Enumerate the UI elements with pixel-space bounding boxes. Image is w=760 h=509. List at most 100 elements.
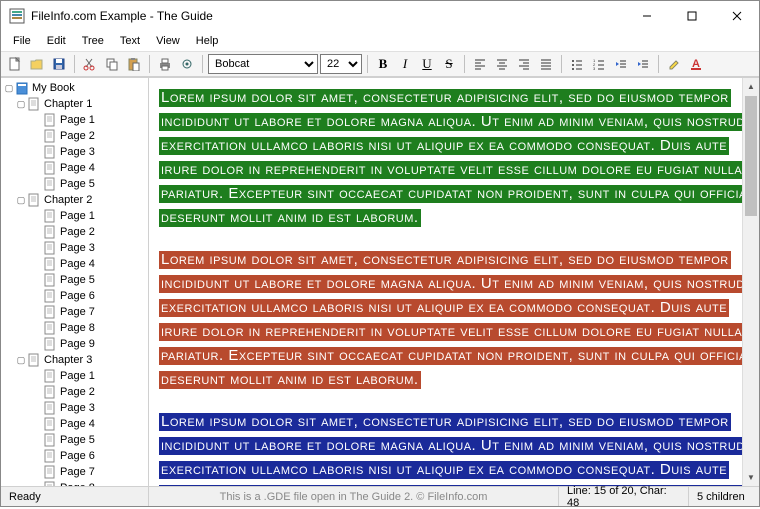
copy-button[interactable] [102,54,122,74]
menu-view[interactable]: View [148,33,188,49]
number-list-button[interactable]: 123 [589,54,609,74]
tree-page[interactable]: Page 1 [1,112,148,128]
tree-page[interactable]: Page 2 [1,128,148,144]
paragraph-1[interactable]: Lorem ipsum dolor sit amet, consectetur … [159,86,749,230]
strikethrough-button[interactable]: S [439,54,459,74]
tree-label: Page 4 [60,162,95,174]
page-icon [43,465,57,479]
settings-button[interactable] [177,54,197,74]
tree-page[interactable]: Page 6 [1,288,148,304]
tree-page[interactable]: Page 4 [1,160,148,176]
close-button[interactable] [714,1,759,31]
tree-page[interactable]: Page 2 [1,384,148,400]
menu-edit[interactable]: Edit [39,33,74,49]
tree-page[interactable]: Page 1 [1,208,148,224]
tree-chapter[interactable]: ▢Chapter 1 [1,96,148,112]
tree-chapter[interactable]: ▢Chapter 2 [1,192,148,208]
menu-file[interactable]: File [5,33,39,49]
highlight-button[interactable] [664,54,684,74]
maximize-button[interactable] [669,1,714,31]
tree-page[interactable]: Page 3 [1,400,148,416]
tree-root[interactable]: ▢ My Book [1,80,148,96]
window-title: FileInfo.com Example - The Guide [31,9,624,23]
svg-text:3: 3 [593,66,596,70]
tree-page[interactable]: Page 3 [1,240,148,256]
paragraph-3[interactable]: Lorem ipsum dolor sit amet, consectetur … [159,410,749,486]
page-icon [27,97,41,111]
book-icon [15,81,29,95]
menu-text[interactable]: Text [112,33,148,49]
tree-page[interactable]: Page 2 [1,224,148,240]
print-button[interactable] [155,54,175,74]
tree-label: Page 2 [60,226,95,238]
page-icon [43,289,57,303]
tree-label: Page 2 [60,130,95,142]
page-icon [43,209,57,223]
window-buttons [624,1,759,31]
scroll-up-button[interactable]: ▲ [743,78,759,95]
align-right-button[interactable] [514,54,534,74]
font-color-button[interactable]: A [686,54,706,74]
tree-label: Page 7 [60,466,95,478]
menu-help[interactable]: Help [188,33,227,49]
tree-label: My Book [32,82,75,94]
tree-label: Page 4 [60,418,95,430]
tree-label: Page 9 [60,338,95,350]
new-file-button[interactable] [5,54,25,74]
tree-page[interactable]: Page 6 [1,448,148,464]
scroll-down-button[interactable]: ▼ [743,469,759,486]
font-size-select[interactable]: 22 [320,54,362,74]
tree-page[interactable]: Page 9 [1,336,148,352]
tree-page[interactable]: Page 7 [1,304,148,320]
toolbar-separator [202,55,203,73]
paste-button[interactable] [124,54,144,74]
toolbar-separator [561,55,562,73]
cut-button[interactable] [80,54,100,74]
tree-page[interactable]: Page 4 [1,416,148,432]
save-button[interactable] [49,54,69,74]
tree-panel[interactable]: ▢My Book▢Chapter 1Page 1Page 2Page 3Page… [1,78,149,486]
tree-expand-icon[interactable]: ▢ [3,83,15,94]
tree-label: Page 3 [60,242,95,254]
tree-label: Page 7 [60,306,95,318]
page-icon [43,321,57,335]
statusbar: Ready This is a .GDE file open in The Gu… [1,486,759,506]
align-justify-button[interactable] [536,54,556,74]
italic-button[interactable]: I [395,54,415,74]
open-file-button[interactable] [27,54,47,74]
vertical-scrollbar[interactable]: ▲ ▼ [742,78,759,486]
bold-button[interactable]: B [373,54,393,74]
tree-label: Page 1 [60,210,95,222]
tree-label: Page 1 [60,370,95,382]
tree-page[interactable]: Page 5 [1,432,148,448]
editor-wrap: Lorem ipsum dolor sit amet, consectetur … [149,78,759,486]
paragraph-2[interactable]: Lorem ipsum dolor sit amet, consectetur … [159,248,749,392]
tree-page[interactable]: Page 5 [1,176,148,192]
tree-chapter[interactable]: ▢Chapter 3 [1,352,148,368]
tree-collapse-icon[interactable]: ▢ [15,355,27,366]
outdent-button[interactable] [611,54,631,74]
tree-page[interactable]: Page 7 [1,464,148,480]
tree-page[interactable]: Page 3 [1,144,148,160]
align-left-button[interactable] [470,54,490,74]
font-family-select[interactable]: Bobcat [208,54,318,74]
page-icon [43,385,57,399]
tree-collapse-icon[interactable]: ▢ [15,195,27,206]
tree-label: Page 1 [60,114,95,126]
menu-tree[interactable]: Tree [74,33,112,49]
tree-page[interactable]: Page 5 [1,272,148,288]
page-icon [43,433,57,447]
indent-button[interactable] [633,54,653,74]
tree-page[interactable]: Page 8 [1,320,148,336]
underline-button[interactable]: U [417,54,437,74]
tree-label: Page 6 [60,450,95,462]
tree-page[interactable]: Page 1 [1,368,148,384]
tree-page[interactable]: Page 4 [1,256,148,272]
page-icon [43,369,57,383]
editor[interactable]: Lorem ipsum dolor sit amet, consectetur … [149,78,759,486]
minimize-button[interactable] [624,1,669,31]
bullet-list-button[interactable] [567,54,587,74]
align-center-button[interactable] [492,54,512,74]
tree-collapse-icon[interactable]: ▢ [15,99,27,110]
scroll-thumb[interactable] [745,96,757,216]
